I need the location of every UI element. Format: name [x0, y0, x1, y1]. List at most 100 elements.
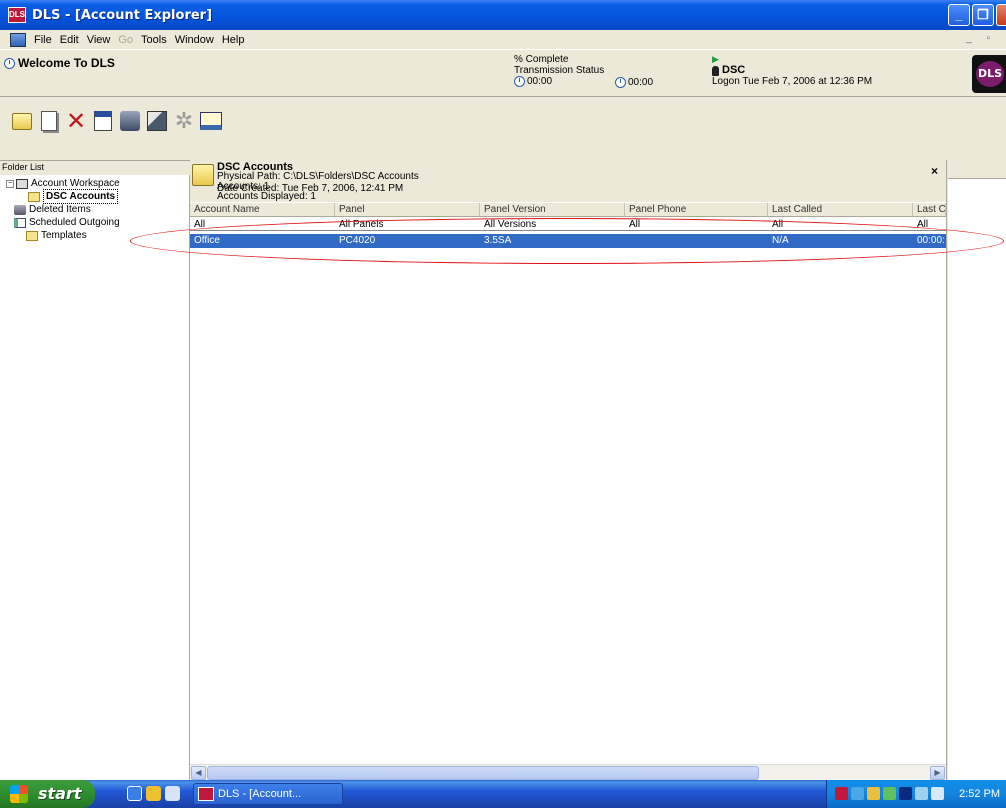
ie-icon[interactable]	[127, 786, 142, 801]
timer-2-block: 00:00	[615, 77, 653, 88]
properties-icon	[94, 111, 112, 131]
new-account-button[interactable]	[37, 108, 61, 134]
recycle-button[interactable]	[118, 108, 142, 134]
timer-icon	[615, 77, 626, 88]
welcome-text: Welcome To DLS	[18, 56, 115, 70]
menu-view[interactable]: View	[87, 34, 111, 46]
filter-last-called[interactable]: All	[768, 218, 913, 230]
column-headers: Account Name Panel Panel Version Panel P…	[190, 203, 946, 217]
tray-icon[interactable]	[899, 787, 912, 800]
cell-panel-phone	[625, 234, 768, 248]
folder-icon	[26, 230, 38, 241]
filter-account-name[interactable]: All	[190, 218, 335, 230]
message-button[interactable]	[199, 108, 223, 134]
column-last-c[interactable]: Last C	[913, 203, 946, 216]
scroll-left-icon[interactable]: ◀	[191, 766, 206, 780]
timer-icon	[514, 76, 525, 87]
explorer-icon[interactable]	[146, 786, 161, 801]
media-icon[interactable]	[165, 786, 180, 801]
properties-button[interactable]	[91, 108, 115, 134]
horizontal-scrollbar[interactable]: ◀ ▶	[190, 764, 946, 780]
folder-tree: − Account Workspace DSC Accounts Deleted…	[0, 177, 190, 242]
collapse-icon[interactable]: −	[6, 179, 14, 188]
preview-pane	[946, 160, 1006, 780]
system-menu-icon[interactable]	[10, 32, 26, 47]
tools-icon: ✲	[174, 108, 194, 133]
network-icon[interactable]	[851, 787, 864, 800]
taskbar-clock: 2:52 PM	[959, 788, 1000, 800]
column-panel[interactable]: Panel	[335, 203, 480, 216]
minimize-button[interactable]: _	[948, 4, 970, 26]
menu-edit[interactable]: Edit	[60, 34, 79, 46]
status-info-bar: Welcome To DLS % Complete Transmission S…	[0, 49, 1006, 97]
preview-area	[948, 178, 1006, 780]
tree-item-templates[interactable]: Templates	[0, 229, 190, 242]
system-tray: 2:52 PM	[826, 780, 1006, 808]
task-label: DLS - [Account...	[218, 788, 302, 800]
taskbar: start DLS - [Account... 2:52 PM	[0, 780, 1006, 808]
find-icon	[147, 111, 167, 131]
deleted-items-icon	[14, 204, 26, 215]
column-panel-phone[interactable]: Panel Phone	[625, 203, 768, 216]
windows-flag-icon	[10, 785, 28, 803]
column-panel-version[interactable]: Panel Version	[480, 203, 625, 216]
dls-app-icon[interactable]: DLS	[8, 7, 26, 23]
menu-window[interactable]: Window	[175, 34, 214, 46]
signal-icon[interactable]	[915, 787, 928, 800]
folder-list-pane: Folder List − Account Workspace DSC Acco…	[0, 160, 190, 780]
restore-button[interactable]: ❐	[972, 4, 994, 26]
recycle-icon	[120, 111, 140, 131]
percent-complete-label: % Complete	[514, 54, 569, 65]
filter-panel-phone[interactable]: All	[625, 218, 768, 230]
clock-icon	[4, 57, 15, 69]
tools-button[interactable]: ✲	[172, 108, 196, 134]
dls-logo: DLS	[972, 55, 1006, 93]
tray-icon[interactable]	[883, 787, 896, 800]
logon-time: Logon Tue Feb 7, 2006 at 12:36 PM	[712, 76, 873, 87]
table-row[interactable]: Office PC4020 3.5SA N/A 00:00:	[190, 234, 946, 248]
document-icon	[41, 111, 57, 131]
folder-list-header: Folder List	[0, 161, 190, 175]
scroll-thumb[interactable]	[207, 766, 759, 780]
menu-help[interactable]: Help	[222, 34, 245, 46]
menu-file[interactable]: File	[34, 34, 52, 46]
cell-last-called: N/A	[772, 235, 789, 246]
mdi-controls[interactable]: _ ▫	[966, 33, 996, 44]
tree-item-scheduled-outgoing[interactable]: Scheduled Outgoing	[0, 216, 190, 229]
timer-1: 00:00	[527, 76, 553, 87]
column-last-called[interactable]: Last Called	[768, 203, 913, 216]
column-account-name[interactable]: Account Name	[190, 203, 335, 216]
title-bar: DLS DLS - [Account Explorer] _ ❐	[0, 0, 1006, 30]
cell-last-c: 00:00:	[917, 235, 945, 246]
workspace-icon	[16, 178, 28, 189]
find-button[interactable]	[145, 108, 169, 134]
new-folder-button[interactable]	[10, 108, 34, 134]
close-icon[interactable]: ×	[931, 164, 938, 178]
filter-last-c[interactable]: All	[913, 218, 946, 230]
user-name: DSC	[722, 64, 746, 76]
delete-button[interactable]: ✕	[64, 108, 88, 134]
user-icon	[712, 65, 719, 76]
start-button[interactable]: start	[0, 780, 95, 808]
transmission-status: % Complete Transmission Status 00:00	[514, 54, 604, 87]
scheduled-icon	[14, 217, 26, 228]
folder-icon	[12, 112, 32, 130]
tree-item-label: DSC Accounts	[43, 189, 119, 204]
menu-go[interactable]: Go	[118, 34, 133, 46]
filter-row: All All Panels All Versions All All All	[190, 218, 946, 231]
tray-icon[interactable]	[931, 787, 944, 800]
user-logon-block: ▶ DSC Logon Tue Feb 7, 2006 at 12:36 PM	[712, 54, 872, 87]
tree-item-dsc-accounts[interactable]: DSC Accounts	[0, 189, 190, 204]
filter-panel-version[interactable]: All Versions	[480, 218, 625, 230]
menu-tools[interactable]: Tools	[141, 34, 167, 46]
folder-icon	[28, 191, 40, 202]
delete-x-icon: ✕	[65, 107, 87, 135]
filter-panel[interactable]: All Panels	[335, 218, 480, 230]
tree-item-deleted-items[interactable]: Deleted Items	[0, 203, 190, 216]
toolbar: ✕ ✲	[0, 97, 1006, 145]
scroll-right-icon[interactable]: ▶	[930, 766, 945, 780]
taskbar-dls-button[interactable]: DLS - [Account...	[193, 783, 343, 805]
dls-tray-icon[interactable]	[835, 787, 848, 800]
tray-icon[interactable]	[867, 787, 880, 800]
close-button[interactable]	[996, 4, 1006, 26]
